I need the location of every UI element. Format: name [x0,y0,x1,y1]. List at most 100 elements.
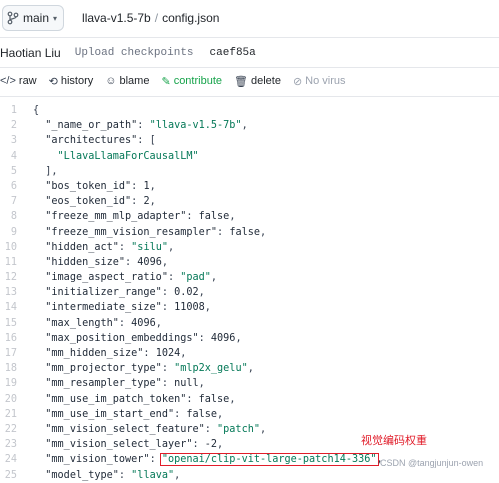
line-number: 5 [10,165,17,177]
line-content: "image_aspect_ratio": "pad", [45,272,218,284]
line-content: "initializer_range": 0.02, [45,287,205,299]
branch-icon [7,11,19,25]
line-content: "architectures": [ [45,135,156,147]
code-line: 11 "hidden_size": 4096, [0,255,499,270]
line-number: 20 [4,393,17,405]
highlight-box: "openai/clip-vit-large-patch14-336" [159,453,379,467]
line-content: "hidden_act": "silu", [45,241,175,253]
code-line: 2 "_name_or_path": "llava-v1.5-7b", [0,118,499,133]
chevron-down-icon: ▾ [53,13,58,23]
contribute-button[interactable]: ✎ contribute [161,75,222,88]
breadcrumb-file: config.json [162,11,220,25]
line-content: { [33,105,40,116]
code-viewer: 1{2 "_name_or_path": "llava-v1.5-7b", 3 "… [0,103,499,483]
line-content: "mm_projector_type": "mlp2x_gelu", [45,363,254,375]
line-number: 7 [10,196,17,208]
line-content: "model_type": "llava", [45,469,181,481]
no-virus-badge: ⊘ No virus [292,75,346,88]
line-number: 18 [4,363,17,375]
line-content: "eos_token_id": 2, [45,196,156,208]
divider [0,37,499,38]
code-line: 12 "image_aspect_ratio": "pad", [0,270,499,285]
branch-selector[interactable]: main ▾ [2,5,65,31]
line-number: 11 [4,256,17,268]
branch-label: main [23,11,50,25]
line-number: 9 [10,226,17,238]
line-number: 22 [4,423,17,435]
raw-button[interactable]: </> raw [0,75,37,87]
code-line: 8 "freeze_mm_mlp_adapter": false, [0,209,499,224]
line-number: 13 [4,287,17,299]
code-line: 19 "mm_resampler_type": null, [0,376,499,391]
annotation-label: 视觉编码权重 [361,435,427,447]
commit-hash-link[interactable]: caef85a [210,47,256,59]
line-content: "intermediate_size": 11008, [45,302,211,314]
breadcrumb-separator: / [154,11,159,25]
breadcrumb: llava-v1.5-7b / config.json [82,11,219,25]
line-content: "freeze_mm_mlp_adapter": false, [45,211,236,223]
line-content: "hidden_size": 4096, [45,256,168,268]
code-line: 13 "initializer_range": 0.02, [0,285,499,300]
line-content: "mm_vision_tower": "openai/clip-vit-larg… [45,453,383,467]
delete-button[interactable]: 🗑 delete [234,75,281,88]
code-line: 3 "architectures": [ [0,133,499,148]
line-number: 15 [4,317,17,329]
line-number: 24 [4,454,17,466]
line-number: 3 [10,135,17,147]
code-line: 16 "max_position_embeddings": 4096, [0,331,499,346]
history-icon: ⟲ [48,75,58,88]
code-line: 21 "mm_use_im_start_end": false, [0,407,499,422]
code-icon: </> [0,75,16,87]
line-number: 23 [4,439,17,451]
line-number: 16 [4,332,17,344]
watermark: CSDN @tangjunjun-owen [380,458,484,468]
line-content: "mm_hidden_size": 1024, [45,348,187,359]
code-line: 15 "max_length": 4096, [0,316,499,331]
code-line: 6 "bos_token_id": 1, [0,179,499,194]
last-commit-bar: Haotian Liu Upload checkpoints caef85a [0,40,499,66]
commit-author-link[interactable]: Haotian Liu [0,46,61,60]
line-content: "max_position_embeddings": 4096, [45,332,242,344]
code-line: 4 "LlavaLlamaForCausalLM" [0,149,499,164]
code-line: 14 "intermediate_size": 11008, [0,300,499,315]
divider [0,67,499,68]
blame-button[interactable]: ☺ blame [105,75,149,87]
breadcrumb-repo-link[interactable]: llava-v1.5-7b [82,11,151,25]
code-line: 17 "mm_hidden_size": 1024, [0,346,499,361]
edit-icon: ✎ [161,75,171,88]
code-line: 25 "model_type": "llava", [0,468,499,483]
line-content: "mm_vision_select_layer": -2, [45,439,224,451]
line-number: 10 [4,241,17,253]
file-actions-bar: </> raw ⟲ history ☺ blame ✎ contribute 🗑… [0,70,499,92]
line-number: 17 [4,348,17,359]
line-number: 14 [4,302,17,314]
line-number: 1 [10,105,17,116]
line-number: 6 [10,180,17,192]
code-line: 1{ [0,103,499,118]
code-line: 7 "eos_token_id": 2, [0,194,499,209]
line-content: "mm_vision_select_feature": "patch", [45,423,267,435]
line-number: 21 [4,408,17,420]
commit-message-link[interactable]: Upload checkpoints [75,47,194,59]
line-number: 4 [10,150,17,162]
line-content: "LlavaLlamaForCausalLM" [57,150,199,162]
trash-icon: 🗑 [234,75,248,88]
line-content: "max_length": 4096, [45,317,162,329]
line-content: "mm_use_im_patch_token": false, [45,393,236,405]
code-line: 5 ], [0,164,499,179]
line-number: 19 [4,378,17,390]
line-content: "mm_use_im_start_end": false, [45,408,224,420]
line-content: ], [33,165,58,177]
line-number: 25 [4,469,17,481]
code-line: 18 "mm_projector_type": "mlp2x_gelu", [0,361,499,376]
file-header-bar: main ▾ llava-v1.5-7b / config.json [0,0,499,36]
code-line: 9 "freeze_mm_vision_resampler": false, [0,225,499,240]
line-content: "bos_token_id": 1, [45,180,156,192]
history-button[interactable]: ⟲ history [49,75,94,88]
line-number: 8 [10,211,17,223]
blame-icon: ☺ [105,75,117,87]
line-number: 2 [10,120,17,132]
line-content: "mm_resampler_type": null, [45,378,205,390]
code-line: 20 "mm_use_im_patch_token": false, [0,392,499,407]
shield-icon: ⊘ [292,75,303,88]
